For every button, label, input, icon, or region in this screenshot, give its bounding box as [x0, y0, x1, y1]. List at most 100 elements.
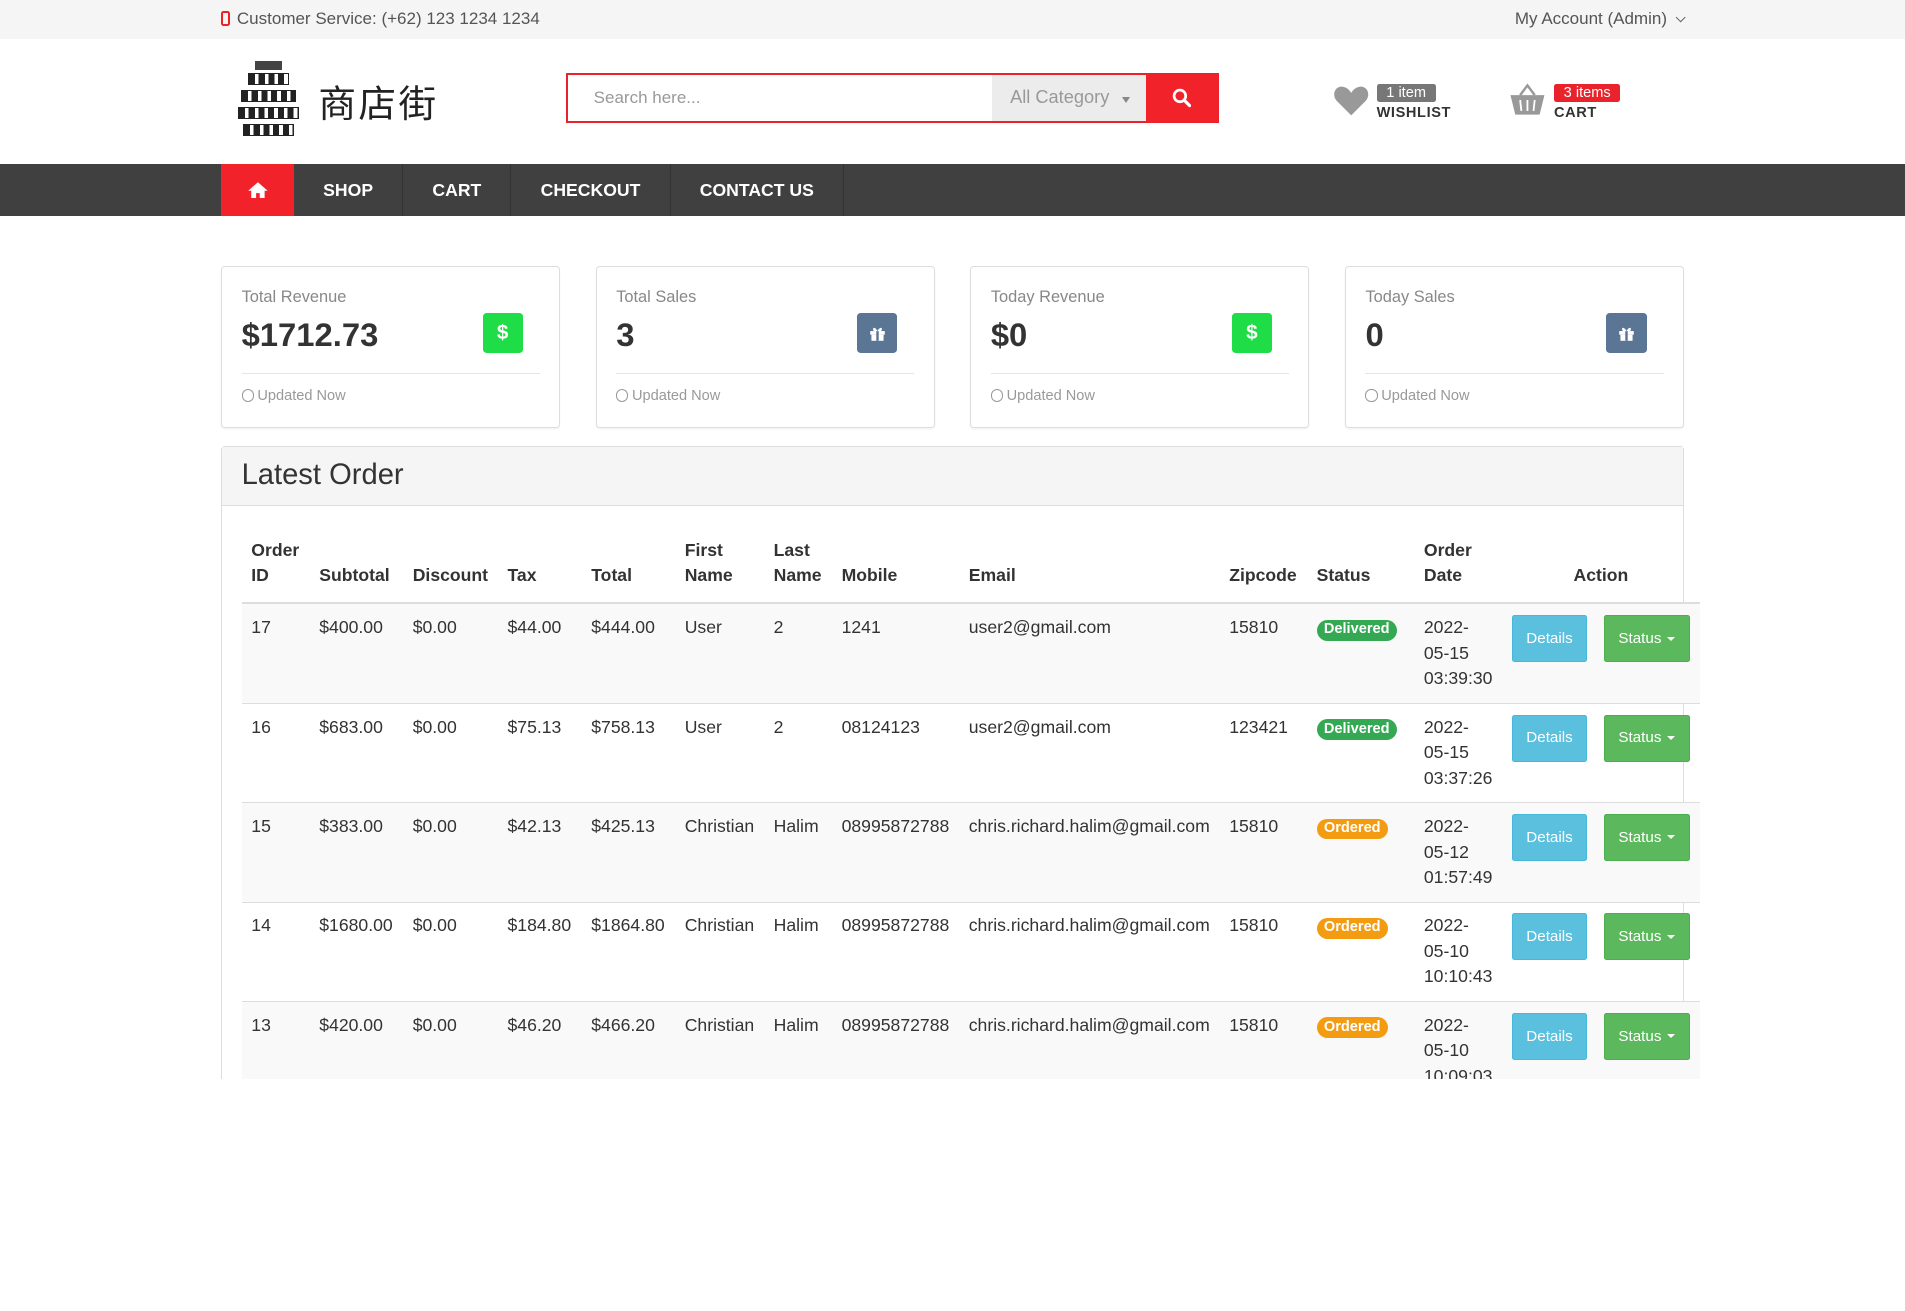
- search-input[interactable]: [568, 74, 992, 121]
- col-first-name: First Name: [674, 531, 764, 605]
- cell-email: chris.richard.halim@gmail.com: [959, 1001, 1220, 1079]
- basket-icon: [1510, 83, 1545, 116]
- cell-last-name: Halim: [763, 802, 832, 903]
- cell-zipcode: 123421: [1219, 703, 1307, 804]
- col-last-name: Last Name: [763, 531, 832, 605]
- dollar-icon: $: [482, 313, 523, 354]
- building-logo-icon: [238, 60, 299, 141]
- stat-title: Total Sales: [616, 287, 697, 306]
- cell-subtotal: $683.00: [309, 703, 403, 804]
- top-bar: Customer Service: (+62) 123 1234 1234 My…: [0, 0, 1905, 39]
- cell-mobile: 08995872788: [831, 802, 960, 903]
- stat-title: Today Sales: [1365, 287, 1455, 306]
- status-dropdown-button[interactable]: Status: [1604, 714, 1690, 762]
- cell-subtotal: $1680.00: [309, 902, 403, 1002]
- status-badge: Ordered: [1316, 918, 1388, 939]
- panel-title: Latest Order: [222, 446, 1683, 507]
- cell-total: $444.00: [581, 603, 675, 704]
- details-button[interactable]: Details: [1511, 913, 1588, 961]
- caret-down-icon: [1667, 735, 1676, 741]
- col-action: Action: [1502, 531, 1700, 605]
- status-button-label: Status: [1618, 630, 1662, 647]
- my-account-dropdown[interactable]: My Account (Admin): [1514, 9, 1686, 29]
- cell-first-name: User: [674, 703, 764, 804]
- cell-zipcode: 15810: [1219, 902, 1307, 1002]
- cell-status: Delivered: [1306, 603, 1415, 704]
- cell-email: chris.richard.halim@gmail.com: [959, 902, 1220, 1002]
- cell-zipcode: 15810: [1219, 603, 1307, 704]
- stat-title: Today Revenue: [990, 287, 1105, 306]
- cell-order-date: 2022-05-10 10:09:03: [1414, 1001, 1503, 1079]
- cell-order-id: 13: [241, 1001, 310, 1079]
- cell-discount: $0.00: [402, 603, 498, 704]
- nav-shop[interactable]: SHOP: [294, 164, 404, 217]
- cell-discount: $0.00: [402, 802, 498, 903]
- cell-action: Details Status: [1502, 703, 1700, 804]
- cell-last-name: 2: [763, 703, 832, 804]
- caret-down-icon: [1122, 96, 1131, 103]
- col-discount: Discount: [402, 531, 498, 605]
- cell-zipcode: 15810: [1219, 802, 1307, 903]
- details-button[interactable]: Details: [1511, 1012, 1588, 1060]
- status-button-label: Status: [1618, 828, 1662, 846]
- cell-order-date: 2022-05-12 01:57:49: [1414, 802, 1503, 903]
- chevron-down-icon: [1675, 12, 1686, 23]
- cell-tax: $44.00: [497, 603, 582, 704]
- status-dropdown-button[interactable]: Status: [1604, 814, 1690, 862]
- category-select[interactable]: All Category: [991, 74, 1147, 121]
- cart-link[interactable]: 3 items CART: [1508, 80, 1621, 121]
- cell-zipcode: 15810: [1219, 1001, 1307, 1079]
- phone-icon: [221, 11, 230, 26]
- details-button[interactable]: Details: [1511, 615, 1588, 663]
- customer-service: Customer Service: (+62) 123 1234 1234: [221, 9, 540, 29]
- clock-icon: [616, 389, 629, 402]
- nav-contact-us[interactable]: CONTACT US: [671, 164, 845, 217]
- cell-total: $425.13: [581, 802, 675, 903]
- table-row: 13 $420.00 $0.00 $46.20 $466.20 Christia…: [241, 1001, 1700, 1079]
- wishlist-label: WISHLIST: [1376, 104, 1452, 121]
- col-tax: Tax: [497, 531, 582, 605]
- caret-down-icon: [1667, 934, 1676, 940]
- stat-footer: Updated Now: [616, 372, 915, 405]
- col-status: Status: [1306, 531, 1415, 605]
- caret-down-icon: [1667, 636, 1676, 641]
- status-dropdown-button[interactable]: Status: [1604, 615, 1690, 663]
- col-mobile: Mobile: [831, 531, 960, 605]
- clock-icon: [990, 389, 1003, 402]
- search-bar: All Category: [566, 72, 1219, 123]
- status-button-label: Status: [1618, 1027, 1662, 1045]
- cell-order-date: 2022-05-15 03:37:26: [1414, 703, 1503, 804]
- status-dropdown-button[interactable]: Status: [1604, 1012, 1690, 1060]
- cell-last-name: Halim: [763, 1001, 832, 1079]
- site-logo[interactable]: 商店街: [238, 60, 438, 141]
- cell-tax: $75.13: [497, 703, 582, 804]
- cell-order-id: 16: [241, 703, 310, 804]
- cell-action: Details Status: [1502, 802, 1700, 903]
- nav-home[interactable]: [221, 164, 295, 217]
- nav-cart[interactable]: CART: [403, 164, 512, 217]
- stat-card-today-revenue: Today Revenue $0 $ Updated Now: [970, 266, 1310, 428]
- stat-footer-text: Updated Now: [1006, 388, 1095, 405]
- cell-action: Details Status: [1502, 902, 1700, 1002]
- gift-icon: [857, 313, 898, 354]
- stat-footer-text: Updated Now: [631, 388, 721, 405]
- cell-email: chris.richard.halim@gmail.com: [959, 802, 1220, 903]
- stat-card-total-revenue: Total Revenue $1712.73 $ Updated Now: [221, 266, 561, 428]
- status-dropdown-button[interactable]: Status: [1604, 913, 1690, 961]
- wishlist-link[interactable]: 1 item WISHLIST: [1333, 80, 1451, 121]
- cell-last-name: 2: [763, 603, 832, 704]
- col-order-date: Order Date: [1414, 531, 1503, 605]
- status-button-label: Status: [1618, 928, 1662, 946]
- search-button[interactable]: [1146, 74, 1217, 121]
- nav-checkout[interactable]: CHECKOUT: [511, 164, 671, 217]
- details-button[interactable]: Details: [1511, 814, 1588, 862]
- table-row: 14 $1680.00 $0.00 $184.80 $1864.80 Chris…: [241, 902, 1700, 1002]
- stat-title: Total Revenue: [241, 287, 347, 306]
- stat-card-total-sales: Total Sales 3 Updated Now: [595, 266, 935, 428]
- details-button[interactable]: Details: [1511, 714, 1588, 762]
- clock-icon: [1365, 389, 1378, 402]
- my-account-label: My Account (Admin): [1514, 9, 1667, 29]
- cell-last-name: Halim: [763, 902, 832, 1002]
- orders-table: Order ID Subtotal Discount Tax Total Fir…: [241, 531, 1700, 1079]
- gift-icon: [1606, 313, 1647, 354]
